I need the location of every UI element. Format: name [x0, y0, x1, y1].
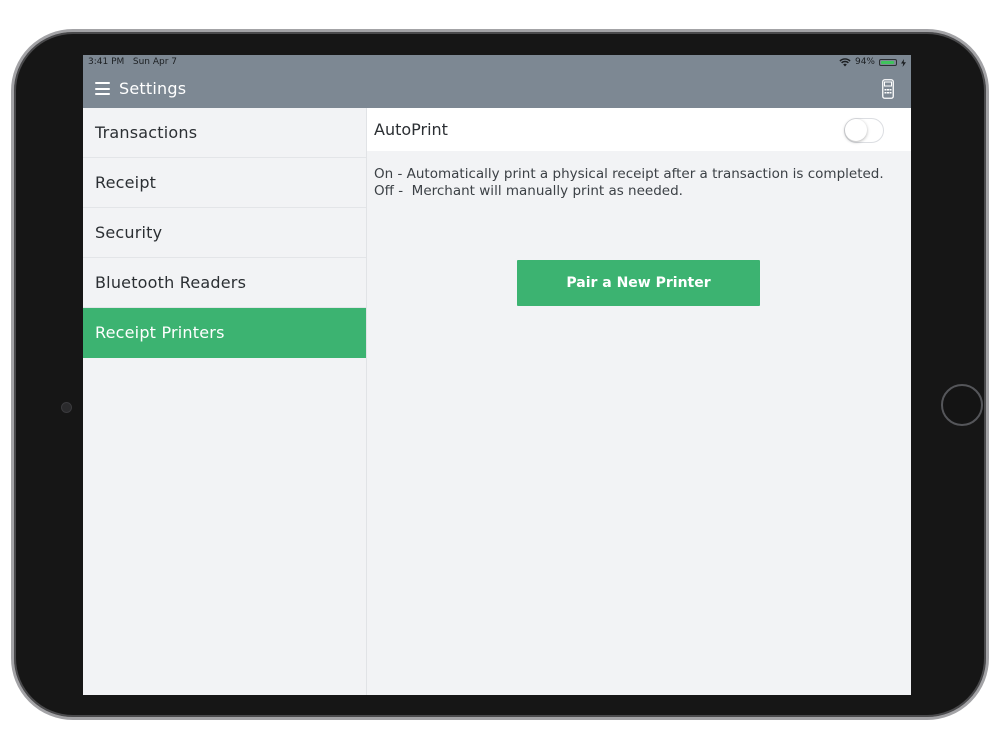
battery-percent: 94% — [854, 57, 875, 67]
battery-fill — [881, 61, 895, 64]
autoprint-toggle[interactable] — [844, 118, 884, 143]
nav-bar: Settings — [83, 70, 911, 108]
status-time: 3:41 PM Sun Apr 7 — [88, 55, 177, 70]
description-off: Off - Merchant will manually print as ne… — [374, 183, 683, 199]
receipt-printers-panel: AutoPrint On - Automatically print a phy… — [367, 108, 911, 695]
sidebar-item-bluetooth-readers[interactable]: Bluetooth Readers — [83, 258, 366, 308]
status-clock: 3:41 PM — [88, 57, 125, 67]
settings-sidebar: Transactions Receipt Security Bluetooth … — [83, 108, 367, 695]
page-title: Settings — [119, 79, 187, 98]
sidebar-item-transactions[interactable]: Transactions — [83, 108, 366, 158]
sidebar-item-receipt[interactable]: Receipt — [83, 158, 366, 208]
wifi-icon — [839, 58, 851, 67]
app-screen: 3:41 PM Sun Apr 7 94% Settings Transacti… — [83, 55, 911, 695]
status-indicators: 94% — [839, 55, 906, 70]
status-date: Sun Apr 7 — [132, 57, 177, 67]
pair-new-printer-button[interactable]: Pair a New Printer — [517, 260, 760, 306]
camera-icon — [61, 402, 72, 413]
autoprint-row: AutoPrint — [367, 108, 911, 151]
charging-icon — [901, 58, 906, 67]
battery-icon — [879, 59, 897, 66]
autoprint-description: On - Automatically print a physical rece… — [374, 166, 884, 200]
description-on: On - Automatically print a physical rece… — [374, 166, 884, 182]
autoprint-label: AutoPrint — [374, 120, 448, 139]
sidebar-item-security[interactable]: Security — [83, 208, 366, 258]
home-button[interactable] — [941, 384, 983, 426]
hamburger-menu-icon[interactable] — [95, 82, 110, 95]
card-reader-icon[interactable] — [882, 79, 894, 99]
sidebar-item-receipt-printers[interactable]: Receipt Printers — [83, 308, 366, 358]
toggle-knob — [845, 119, 867, 141]
status-bar: 3:41 PM Sun Apr 7 94% — [83, 55, 911, 70]
